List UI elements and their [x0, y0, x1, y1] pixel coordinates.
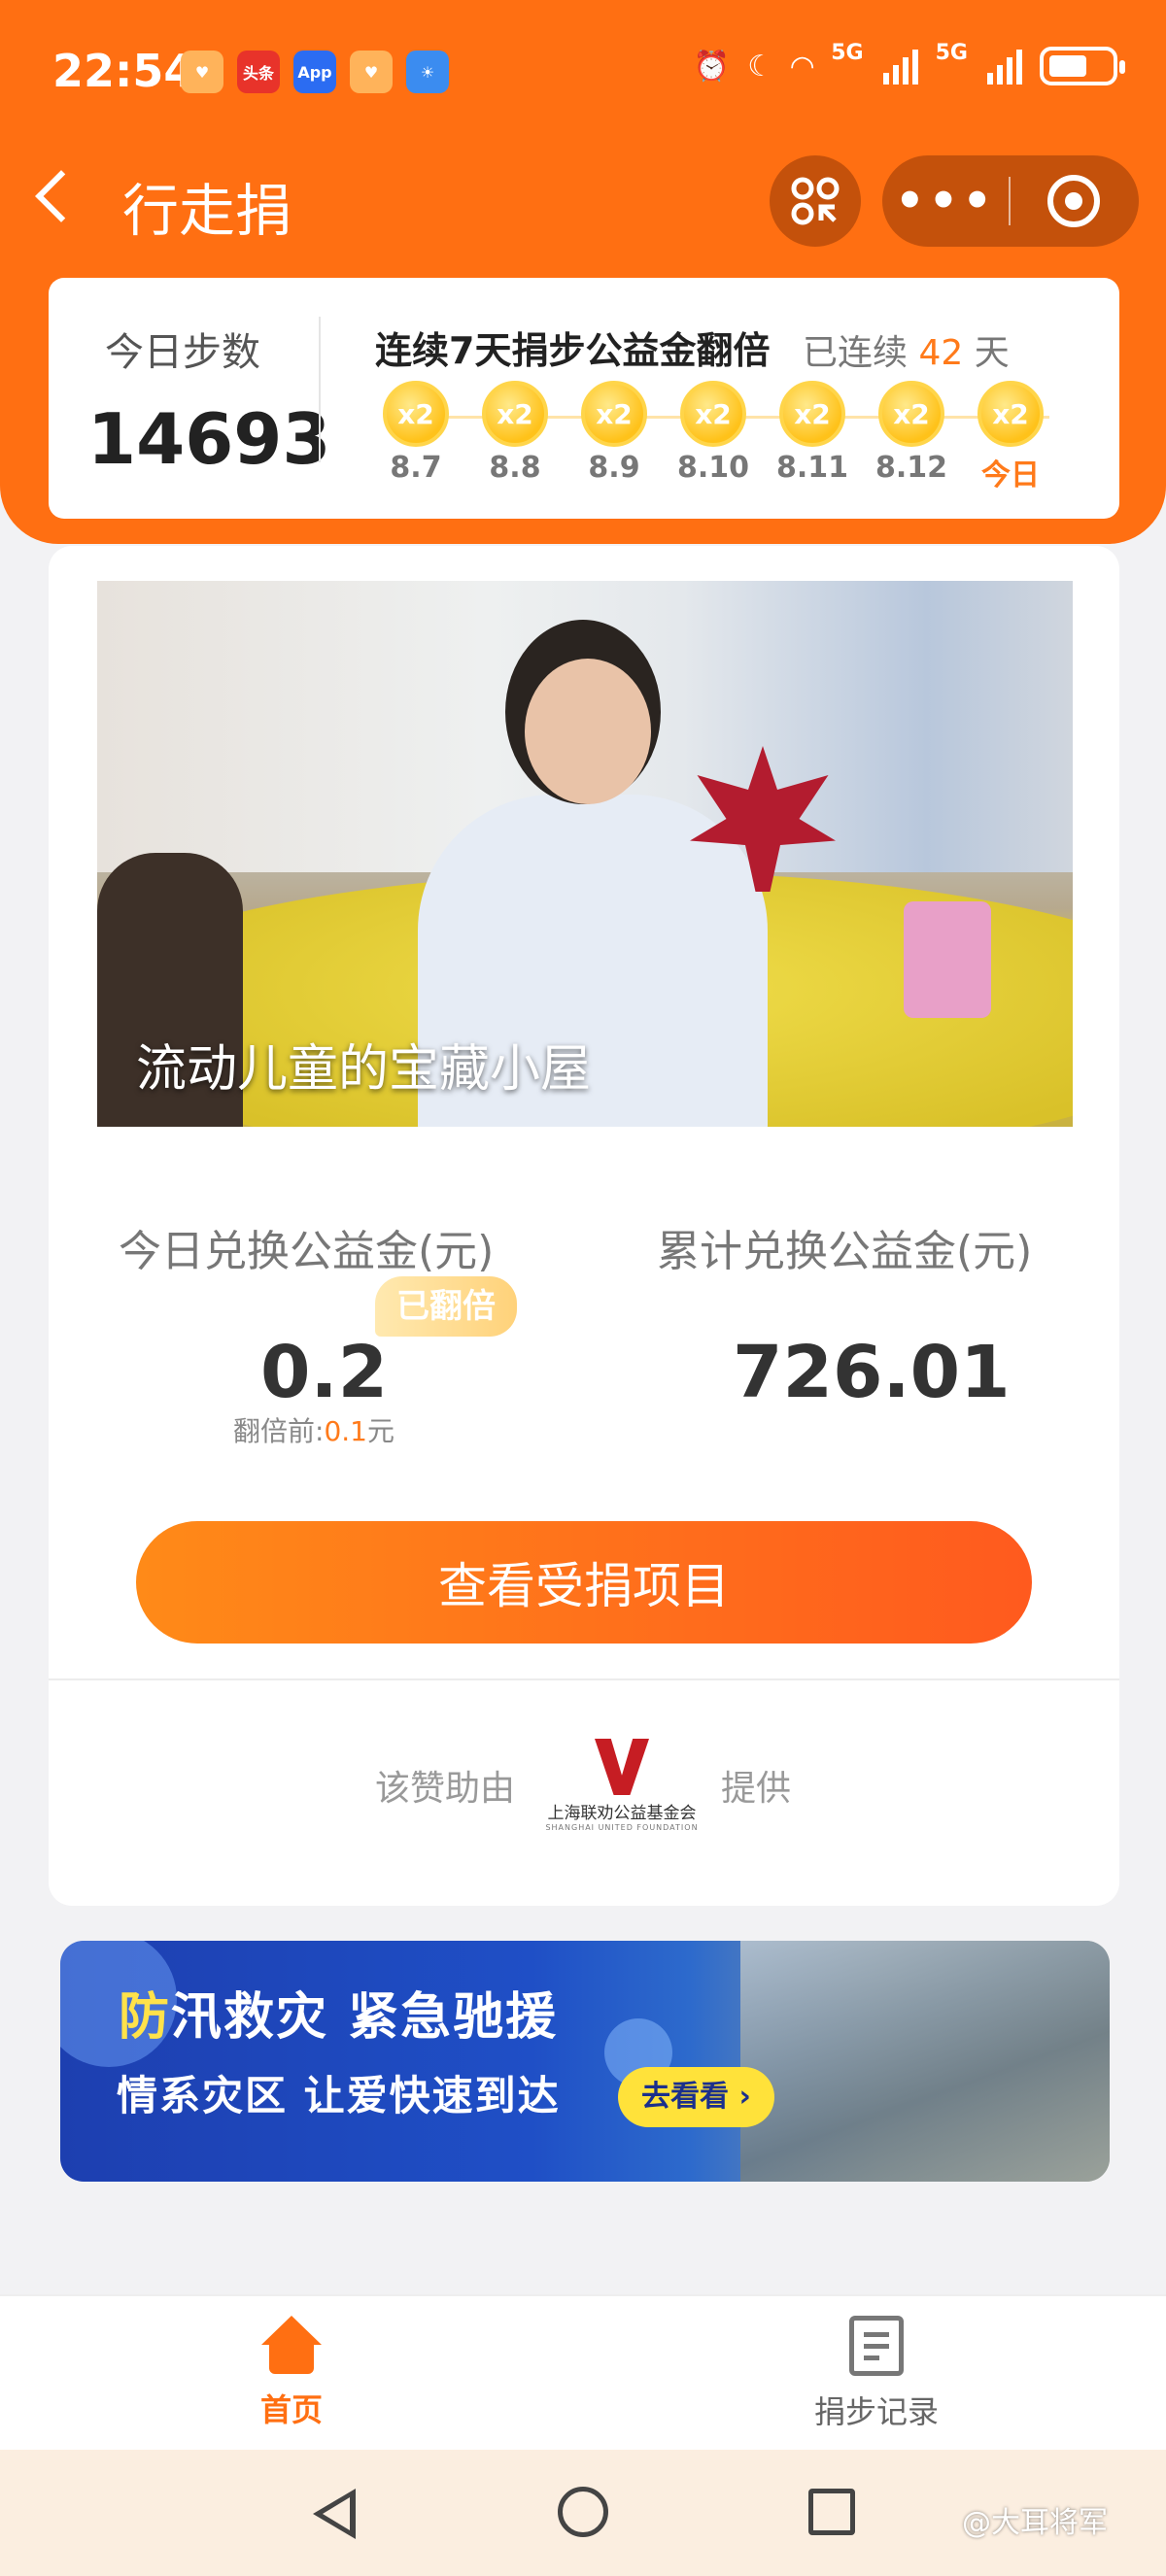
- scan-icon: [791, 177, 840, 225]
- project-title: 流动儿童的宝藏小屋: [136, 1040, 592, 1099]
- day-item: x2 8.8: [474, 375, 556, 485]
- day-label-today: 今日: [981, 458, 1040, 492]
- tab-home[interactable]: 首页: [175, 2316, 408, 2430]
- project-image[interactable]: 流动儿童的宝藏小屋: [97, 581, 1073, 1127]
- status-app-icons: ♥ 头条 App ♥ ☀: [181, 51, 449, 93]
- project-card: 流动儿童的宝藏小屋 今日兑换公益金(元) 累计兑换公益金(元) 已翻倍 0.2 …: [49, 546, 1119, 1906]
- doubled-badge: 已翻倍: [375, 1276, 517, 1337]
- day-label: 8.8: [489, 451, 541, 485]
- day-item: x2 8.11: [772, 375, 853, 485]
- coin-icon: x2: [779, 381, 845, 447]
- status-indicators: ⏰ ☾ ◠ 5G 5G: [693, 41, 1125, 85]
- streak-days-row: x2 8.7 x2 8.8 x2 8.9 x2 8.10 x2 8.11 x2 8.12 x…: [375, 375, 1084, 501]
- flood-relief-banner[interactable]: 防汛救灾 紧急驰援 情系灾区 让爱快速到达 去看看 ›: [60, 1941, 1110, 2182]
- close-miniprogram-button[interactable]: [1011, 175, 1137, 227]
- status-time: 22:54: [52, 45, 195, 97]
- app-market-icon: App: [293, 51, 336, 93]
- coin-icon: x2: [977, 381, 1044, 447]
- signal-icon: [882, 48, 918, 85]
- banner-title-highlight: 防: [119, 1988, 172, 2047]
- today-exchange-label: 今日兑换公益金(元): [119, 1227, 495, 1276]
- wifi-icon: ◠: [791, 49, 814, 84]
- moon-icon: ☾: [747, 49, 774, 84]
- before-double-value: 0.1: [324, 1415, 367, 1447]
- scan-button[interactable]: [770, 155, 861, 247]
- day-item-today: x2 今日: [970, 375, 1051, 493]
- more-icon[interactable]: •••: [882, 162, 1009, 240]
- streak-prefix: 已连续: [803, 333, 909, 373]
- miniprogram-capsule: •••: [882, 155, 1139, 247]
- view-project-button[interactable]: 查看受捐项目: [136, 1521, 1032, 1644]
- day-item: x2 8.9: [573, 375, 655, 485]
- before-double-label: 翻倍前:: [233, 1415, 325, 1447]
- coin-icon: x2: [680, 381, 746, 447]
- steps-divider: [319, 317, 321, 462]
- sponsor-prefix: 该赞助由: [375, 1769, 516, 1809]
- coin-icon: x2: [482, 381, 548, 447]
- banner-cta-button[interactable]: 去看看 ›: [618, 2067, 774, 2127]
- home-icon: [261, 2316, 322, 2374]
- day-label: 8.11: [775, 451, 849, 485]
- coin-icon: x2: [383, 381, 449, 447]
- tab-home-label: 首页: [259, 2391, 323, 2428]
- banner-title-rest: 汛救灾 紧急驰援: [171, 1988, 559, 2047]
- day-label: 8.10: [676, 451, 750, 485]
- sponsor-name: 上海联劝公益基金会: [547, 1804, 697, 1823]
- weather-app-icon: ☀: [406, 51, 449, 93]
- total-exchange-label: 累计兑换公益金(元): [657, 1227, 1033, 1276]
- system-navigation-bar: @大耳将军: [0, 2450, 1166, 2576]
- steps-card: 今日步数 14693 连续7天捐步公益金翻倍 已连续 42 天 x2 8.7 x2…: [49, 278, 1119, 519]
- signal-icon-2: [987, 48, 1022, 85]
- toutiao-app-icon: 头条: [237, 51, 280, 93]
- day-label: 8.7: [390, 451, 442, 485]
- status-bar: 22:54 ♥ 头条 App ♥ ☀ ⏰ ☾ ◠ 5G 5G: [0, 0, 1166, 146]
- heart-app-icon-2: ♥: [350, 51, 393, 93]
- coin-icon: x2: [878, 381, 944, 447]
- system-recents-icon[interactable]: [808, 2489, 855, 2535]
- coin-icon: x2: [581, 381, 647, 447]
- day-label: 8.9: [588, 451, 640, 485]
- day-label: 8.12: [874, 451, 948, 485]
- battery-icon: [1040, 47, 1125, 85]
- network-label-1: 5G: [831, 40, 864, 65]
- day-item: x2 8.7: [375, 375, 457, 485]
- records-icon: [849, 2316, 904, 2376]
- streak-title: 连续7天捐步公益金翻倍: [375, 329, 771, 372]
- streak-days: 42: [918, 333, 964, 373]
- network-label-2: 5G: [935, 40, 968, 65]
- card-divider: [49, 1678, 1119, 1680]
- streak-suffix: 天: [974, 333, 1010, 373]
- sponsor-name-en: SHANGHAI UNITED FOUNDATION: [545, 1823, 699, 1832]
- today-steps-value: 14693: [87, 398, 331, 480]
- alarm-icon: ⏰: [693, 49, 731, 84]
- page-title: 行走捐: [122, 178, 292, 244]
- tab-records-label: 捐步记录: [813, 2393, 939, 2430]
- tab-records[interactable]: 捐步记录: [760, 2316, 993, 2432]
- sponsor-logo[interactable]: 上海联劝公益基金会 SHANGHAI UNITED FOUNDATION: [538, 1739, 705, 1836]
- watermark: @大耳将军: [962, 2506, 1108, 2540]
- today-steps-label: 今日步数: [105, 330, 260, 375]
- tab-bar: 首页 捐步记录: [0, 2294, 1166, 2450]
- streak-count: 已连续 42 天: [803, 324, 1010, 375]
- sponsor-row: 该赞助由 上海联劝公益基金会 SHANGHAI UNITED FOUNDATIO…: [49, 1739, 1119, 1836]
- banner-flood-image: [740, 1941, 1110, 2182]
- today-exchange-value: 0.2: [260, 1331, 389, 1414]
- before-double-unit: 元: [366, 1415, 394, 1447]
- image-girl-face: [525, 659, 651, 804]
- heart-app-icon: ♥: [181, 51, 223, 93]
- banner-title: 防汛救灾 紧急驰援: [119, 1976, 558, 2049]
- total-exchange-value: 726.01: [733, 1331, 1011, 1414]
- system-back-icon-inner: [323, 2497, 350, 2530]
- before-double-text: 翻倍前:0.1元: [233, 1410, 394, 1449]
- day-item: x2 8.10: [672, 375, 754, 485]
- sponsor-suffix: 提供: [721, 1769, 792, 1809]
- image-chair: [904, 901, 991, 1018]
- united-foundation-logo-icon: [595, 1739, 649, 1795]
- banner-subtitle: 情系灾区 让爱快速到达: [117, 2072, 561, 2119]
- day-item: x2 8.12: [871, 375, 952, 485]
- target-icon: [1047, 175, 1100, 227]
- system-home-icon[interactable]: [558, 2487, 608, 2537]
